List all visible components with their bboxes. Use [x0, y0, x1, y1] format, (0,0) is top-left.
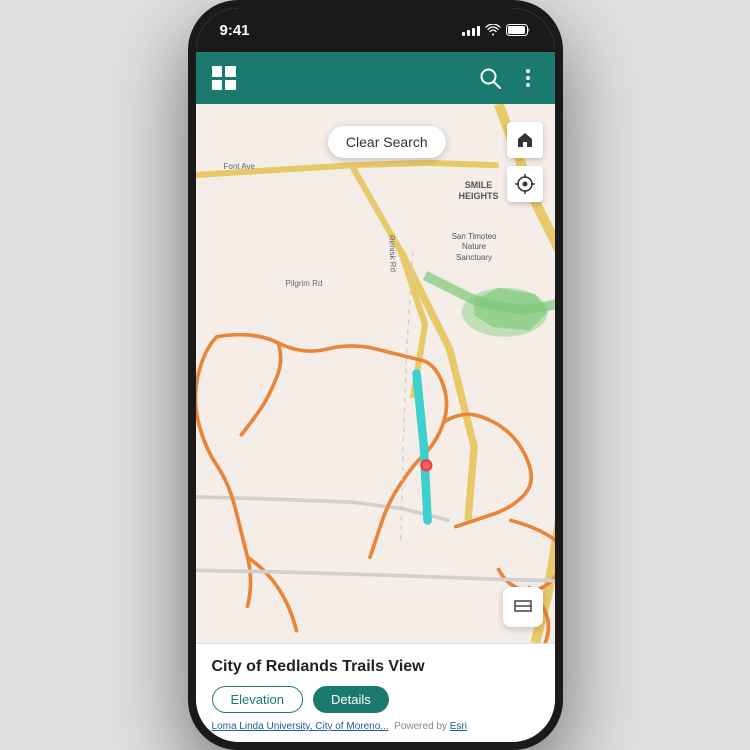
status-icons: [462, 24, 531, 36]
trail-title: City of Redlands Trails View: [212, 658, 539, 676]
attribution-text: Loma Linda University, City of Moreno...…: [212, 721, 539, 732]
rehisk-rd-label: Rehisk Rd: [387, 235, 397, 272]
font-ave-label: Font Ave: [224, 162, 255, 171]
search-icon[interactable]: [479, 67, 501, 89]
signal-icon: [462, 24, 480, 36]
phone-notch: [315, 0, 435, 28]
phone-frame: 9:41: [188, 0, 563, 750]
home-button[interactable]: [507, 122, 543, 158]
esri-link[interactable]: Esri: [450, 721, 467, 732]
location-button[interactable]: [507, 166, 543, 202]
clear-search-button[interactable]: Clear Search: [328, 126, 446, 158]
header-left: [212, 66, 236, 90]
battery-icon: [506, 24, 531, 36]
list-icon: [513, 599, 533, 615]
smile-heights-label: SMILEHEIGHTS: [458, 180, 498, 202]
pilgrim-rd-label: Pilgrim Rd: [286, 279, 323, 288]
home-icon: [516, 131, 534, 149]
status-time: 9:41: [220, 22, 250, 39]
header-right: [479, 67, 539, 89]
grid-menu-icon[interactable]: [212, 66, 236, 90]
phone-inner: 9:41: [196, 8, 555, 742]
wifi-icon: [485, 24, 501, 36]
more-options-icon[interactable]: [517, 67, 539, 89]
attribution-left: Loma Linda University, City of Moreno...: [212, 721, 389, 732]
action-buttons: Elevation Details: [212, 686, 539, 713]
san-timoteo-label: San TimoteoNatureSanctuary: [452, 232, 497, 263]
map-svg: [196, 104, 555, 643]
map-container[interactable]: Font Ave Pilgrim Rd SMILEHEIGHTS San Tim…: [196, 104, 555, 643]
details-button[interactable]: Details: [313, 686, 389, 713]
elevation-button[interactable]: Elevation: [212, 686, 303, 713]
home-indicator: [315, 738, 435, 742]
list-button[interactable]: [503, 587, 543, 627]
location-icon: [515, 174, 535, 194]
app-header: [196, 52, 555, 104]
bottom-panel: City of Redlands Trails View Elevation D…: [196, 643, 555, 742]
